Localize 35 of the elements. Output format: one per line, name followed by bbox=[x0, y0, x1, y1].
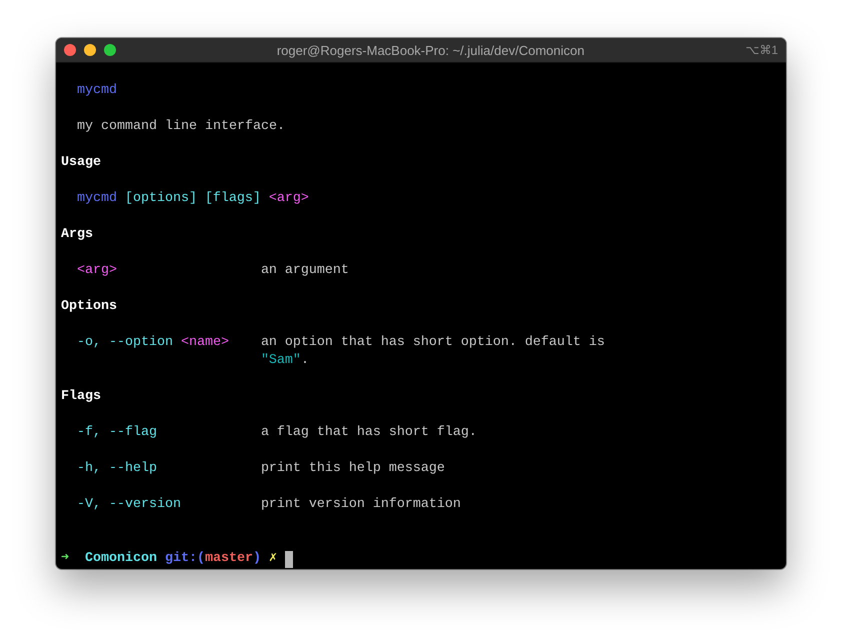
git-branch: master bbox=[204, 550, 253, 568]
option-text: [options] bbox=[124, 190, 197, 208]
help-text: print version information bbox=[260, 496, 461, 514]
dirty-mark: ✗ bbox=[268, 550, 277, 568]
command-name: mycmd bbox=[76, 190, 117, 208]
string-text: "Sam" bbox=[260, 352, 301, 370]
section-heading: Usage bbox=[61, 154, 101, 172]
argument-text: <name> bbox=[180, 334, 229, 352]
help-text: an option that has short option. default is bbox=[260, 334, 605, 352]
help-text: a flag that has short flag. bbox=[260, 424, 477, 442]
command-name: mycmd bbox=[76, 82, 117, 100]
window-title: roger@Rogers-MacBook-Pro: ~/.julia/dev/Comonicon bbox=[276, 42, 586, 58]
current-directory: Comonicon bbox=[85, 550, 157, 568]
help-text: print this help message bbox=[260, 460, 445, 478]
minimize-button[interactable] bbox=[84, 44, 96, 56]
section-heading: Flags bbox=[61, 388, 101, 406]
option-text: -h, --help bbox=[76, 460, 157, 478]
text-cursor bbox=[284, 550, 293, 568]
argument-text: <arg> bbox=[76, 262, 117, 280]
argument-text: <arg> bbox=[268, 190, 309, 208]
help-text: an argument bbox=[260, 262, 349, 280]
option-text: -f, --flag bbox=[76, 424, 157, 442]
keyboard-shortcut: ⌥⌘1 bbox=[745, 43, 778, 57]
option-text: -o, --option bbox=[76, 334, 173, 352]
section-heading: Args bbox=[61, 226, 93, 244]
help-text: my command line interface. bbox=[76, 118, 285, 136]
git-label-close: ) bbox=[252, 550, 261, 568]
zoom-button[interactable] bbox=[104, 44, 116, 56]
prompt-arrow: ➜ bbox=[61, 550, 70, 568]
option-text: [flags] bbox=[204, 190, 261, 208]
close-button[interactable] bbox=[64, 44, 76, 56]
help-text: . bbox=[300, 352, 309, 370]
section-heading: Options bbox=[61, 298, 117, 316]
option-text: -V, --version bbox=[76, 496, 181, 514]
git-label: git:( bbox=[164, 550, 205, 568]
